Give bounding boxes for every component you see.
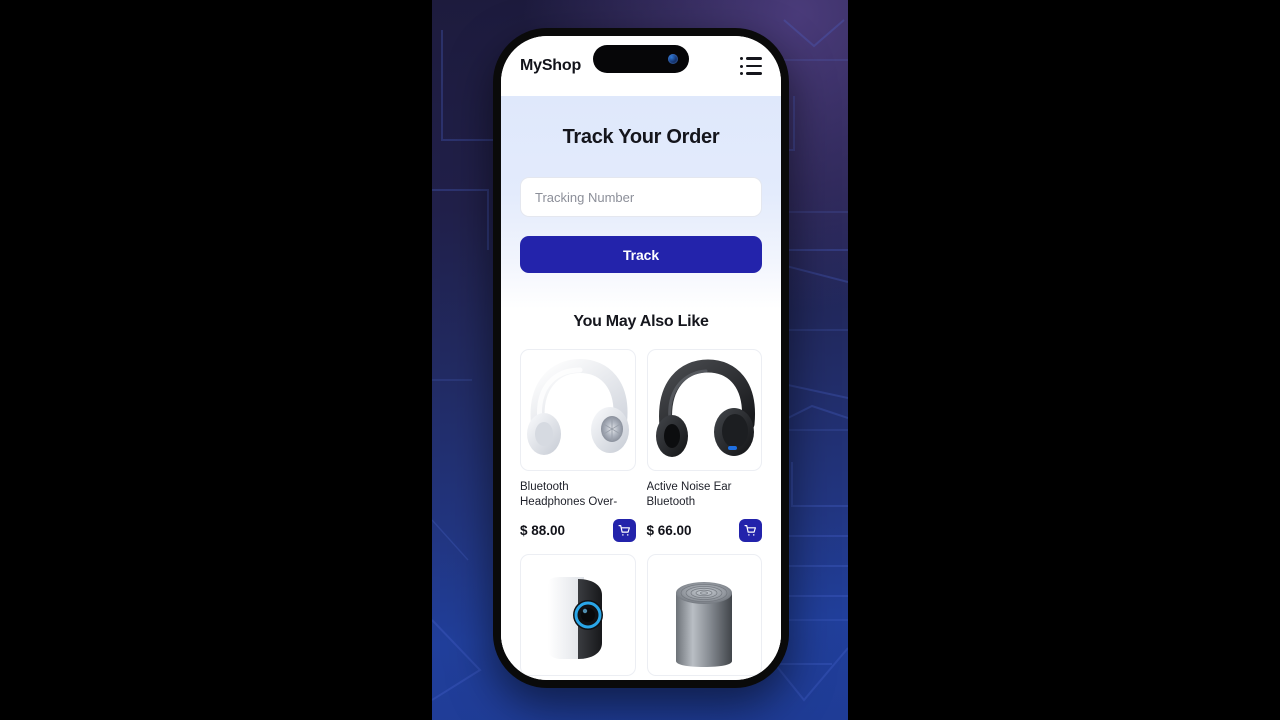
product-name: Active Noise Ear Bluetooth Headphones <box>646 481 732 508</box>
product-grid: Bluetooth Headphones Over-Ear,Wireless H… <box>520 349 762 676</box>
menu-row <box>740 64 762 68</box>
menu-row <box>740 57 762 60</box>
tracking-number-input[interactable] <box>520 177 762 217</box>
product-card[interactable] <box>520 554 636 676</box>
brand-logo[interactable]: MyShop <box>520 57 581 75</box>
product-card[interactable] <box>646 554 762 676</box>
product-price-row: $ 66.00 <box>646 519 762 542</box>
product-image[interactable] <box>520 554 636 676</box>
track-button[interactable]: Track <box>520 236 762 273</box>
add-to-cart-button[interactable] <box>739 519 762 542</box>
camera-lens-icon <box>668 54 678 64</box>
app-scroll-body[interactable]: Track Your Order Track You May Also Like <box>501 96 781 680</box>
product-image[interactable] <box>520 349 636 471</box>
recommendations-section: You May Also Like Bluetooth Headphones O… <box>501 309 781 676</box>
product-price: $ 66.00 <box>646 523 692 538</box>
product-name: Bluetooth Headphones Over-Ear,Wireless H… <box>520 481 618 508</box>
product-image[interactable] <box>646 554 762 676</box>
track-order-section: Track Your Order Track <box>501 96 781 309</box>
white-black-security-camera-icon <box>547 577 603 659</box>
menu-row <box>740 72 762 75</box>
black-over-ear-headphones-icon <box>656 359 756 457</box>
menu-bar <box>746 72 762 75</box>
phone-screen: MyShop Track Your Order Tracking Number … <box>501 36 781 680</box>
shopping-cart-icon <box>744 525 756 536</box>
recommendations-title: You May Also Like <box>573 313 709 330</box>
shopping-cart-icon <box>617 525 630 536</box>
list-menu-icon[interactable] <box>740 57 762 75</box>
page-title: Track Your Order <box>562 126 720 148</box>
menu-dot <box>740 72 743 75</box>
menu-dot <box>740 64 743 68</box>
menu-dot <box>740 57 743 60</box>
wallpaper-stage: MyShop Track Your Order Tracking Number … <box>432 0 848 720</box>
add-to-cart-button[interactable] <box>612 519 636 542</box>
menu-bar <box>746 64 762 68</box>
product-card[interactable]: Bluetooth Headphones Over-Ear,Wireless H… <box>520 349 636 542</box>
screen-capture: MyShop Track Your Order Tracking Number … <box>0 0 1280 720</box>
product-image[interactable] <box>646 349 762 471</box>
dynamic-island <box>593 45 689 73</box>
product-price-row: $ 88.00 <box>520 519 636 542</box>
metallic-cylinder-speaker-icon <box>676 582 733 667</box>
product-card[interactable]: Active Noise Ear Bluetooth Headphones $ … <box>646 349 762 542</box>
phone-device-frame: MyShop Track Your Order Tracking Number … <box>493 28 789 688</box>
menu-bar <box>746 57 762 60</box>
product-price: $ 88.00 <box>520 523 566 538</box>
white-over-ear-headphones-icon <box>526 358 629 455</box>
